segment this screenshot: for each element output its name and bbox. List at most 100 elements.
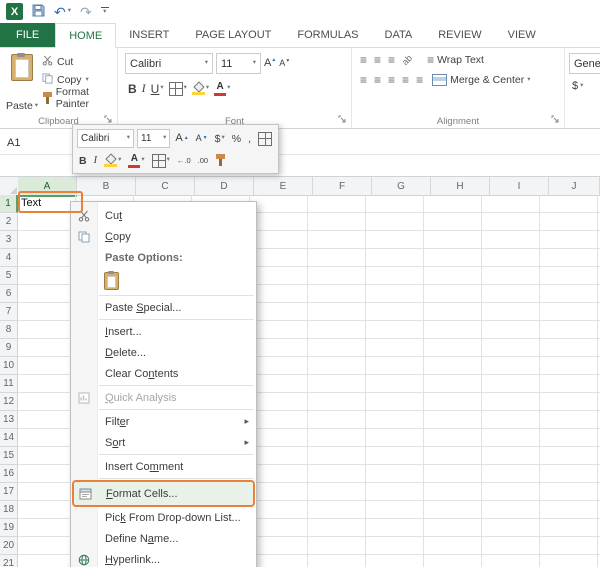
increase-indent-icon[interactable]: ≡ bbox=[416, 74, 423, 86]
mini-comma-button[interactable]: , bbox=[246, 130, 253, 147]
underline-button[interactable]: U ▾ bbox=[151, 82, 164, 96]
format-painter-button[interactable]: Format Painter bbox=[42, 86, 117, 110]
row-header-4[interactable]: 4 bbox=[0, 249, 18, 267]
fill-color-button[interactable]: ▾ bbox=[191, 82, 209, 95]
bold-button[interactable]: B bbox=[128, 82, 137, 96]
menu-item-pick-from-list[interactable]: Pick From Drop-down List... bbox=[71, 507, 256, 528]
align-bottom-icon[interactable]: ≡ bbox=[388, 54, 395, 66]
align-right-icon[interactable]: ≡ bbox=[388, 74, 395, 86]
mini-percent-button[interactable]: % bbox=[230, 130, 243, 147]
align-left-icon[interactable]: ≡ bbox=[360, 74, 367, 86]
row-header-21[interactable]: 21 bbox=[0, 555, 18, 567]
font-name-combo[interactable]: Calibri ▾ bbox=[125, 53, 213, 74]
menu-item-delete[interactable]: Delete... bbox=[71, 342, 256, 363]
row-header-6[interactable]: 6 bbox=[0, 285, 18, 303]
column-header-f[interactable]: F bbox=[313, 177, 372, 196]
cut-button[interactable]: Cut bbox=[42, 53, 117, 71]
row-header-19[interactable]: 19 bbox=[0, 519, 18, 537]
row-header-17[interactable]: 17 bbox=[0, 483, 18, 501]
menu-item-copy[interactable]: Copy bbox=[71, 226, 256, 247]
customize-qat-button[interactable]: ▾ bbox=[100, 7, 109, 16]
mini-font-color-button[interactable]: A ▾ bbox=[126, 152, 146, 169]
mini-currency-button[interactable]: $ ▾ bbox=[213, 130, 227, 147]
row-header-12[interactable]: 12 bbox=[0, 393, 18, 411]
excel-logo-icon[interactable]: X bbox=[6, 3, 23, 20]
column-header-d[interactable]: D bbox=[195, 177, 254, 196]
mini-decrease-font-button[interactable]: A ▼ bbox=[194, 130, 210, 147]
row-header-10[interactable]: 10 bbox=[0, 357, 18, 375]
font-size-combo[interactable]: 11 ▾ bbox=[216, 53, 261, 74]
menu-item-define-name[interactable]: Define Name... bbox=[71, 528, 256, 549]
mini-increase-font-button[interactable]: A ▲ bbox=[173, 130, 190, 147]
mini-italic-button[interactable]: I bbox=[92, 152, 100, 169]
tab-insert[interactable]: INSERT bbox=[116, 23, 182, 47]
name-box[interactable]: A1 ▾ bbox=[0, 132, 82, 155]
menu-item-cut[interactable]: Cut bbox=[71, 205, 256, 226]
decrease-indent-icon[interactable]: ≡ bbox=[402, 74, 409, 86]
undo-button[interactable]: ↶ ▾ bbox=[54, 5, 71, 19]
column-header-c[interactable]: C bbox=[136, 177, 195, 196]
wrap-text-button[interactable]: ≡ Wrap Text bbox=[427, 54, 484, 66]
menu-item-hyperlink[interactable]: Hyperlink... bbox=[71, 549, 256, 567]
font-dialog-launcher-icon[interactable] bbox=[338, 115, 348, 125]
row-header-18[interactable]: 18 bbox=[0, 501, 18, 519]
mini-font-name-combo[interactable]: Calibri ▾ bbox=[77, 129, 135, 148]
mini-increase-decimal-button[interactable]: ←.0 bbox=[175, 152, 193, 169]
column-header-j[interactable]: J bbox=[549, 177, 600, 196]
mini-bold-button[interactable]: B bbox=[77, 152, 89, 169]
column-header-e[interactable]: E bbox=[254, 177, 313, 196]
tab-formulas[interactable]: FORMULAS bbox=[284, 23, 371, 47]
mini-decrease-decimal-button[interactable]: .00 bbox=[196, 152, 210, 169]
dropdown-arrow-icon[interactable]: ▾ bbox=[68, 8, 71, 15]
tab-page-layout[interactable]: PAGE LAYOUT bbox=[182, 23, 284, 47]
italic-button[interactable]: I bbox=[142, 81, 146, 96]
align-center-icon[interactable]: ≡ bbox=[374, 74, 381, 86]
tab-review[interactable]: REVIEW bbox=[425, 23, 494, 47]
row-header-5[interactable]: 5 bbox=[0, 267, 18, 285]
row-header-14[interactable]: 14 bbox=[0, 429, 18, 447]
orientation-icon[interactable]: ab bbox=[400, 53, 414, 67]
mini-fill-color-button[interactable]: ▾ bbox=[102, 152, 123, 169]
menu-item-insert-comment[interactable]: Insert Comment bbox=[71, 456, 256, 477]
menu-item-format-cells[interactable]: Format Cells... bbox=[72, 480, 255, 507]
alignment-dialog-launcher-icon[interactable] bbox=[551, 115, 561, 125]
paste-button[interactable]: Paste ▾ bbox=[4, 52, 40, 114]
row-header-7[interactable]: 7 bbox=[0, 303, 18, 321]
currency-button[interactable]: $ ▾ bbox=[572, 80, 583, 92]
borders-button[interactable]: ▾ bbox=[168, 81, 187, 96]
mini-font-size-combo[interactable]: 11 ▾ bbox=[137, 129, 171, 148]
menu-item-filter[interactable]: Filter ▸ bbox=[71, 411, 256, 432]
align-middle-icon[interactable]: ≡ bbox=[374, 54, 381, 66]
row-header-15[interactable]: 15 bbox=[0, 447, 18, 465]
row-header-2[interactable]: 2 bbox=[0, 213, 18, 231]
save-icon[interactable] bbox=[32, 4, 45, 20]
column-header-i[interactable]: I bbox=[490, 177, 549, 196]
merge-center-button[interactable]: Merge & Center ▾ bbox=[432, 74, 530, 86]
row-header-9[interactable]: 9 bbox=[0, 339, 18, 357]
tab-view[interactable]: VIEW bbox=[495, 23, 549, 47]
menu-item-paste-special[interactable]: Paste Special... bbox=[71, 297, 256, 318]
redo-button[interactable]: ↷ bbox=[80, 5, 92, 19]
paste-option-button[interactable] bbox=[71, 268, 256, 294]
row-header-1[interactable]: 1 bbox=[0, 195, 18, 213]
column-header-h[interactable]: H bbox=[431, 177, 490, 196]
column-header-b[interactable]: B bbox=[77, 177, 136, 196]
row-header-11[interactable]: 11 bbox=[0, 375, 18, 393]
mini-format-painter-button[interactable] bbox=[213, 152, 228, 169]
mini-table-format-button[interactable] bbox=[256, 130, 274, 147]
number-format-combo[interactable]: Gener bbox=[569, 53, 600, 74]
row-header-20[interactable]: 20 bbox=[0, 537, 18, 555]
font-color-button[interactable]: A ▾ bbox=[214, 81, 230, 96]
align-top-icon[interactable]: ≡ bbox=[360, 54, 367, 66]
tab-file[interactable]: FILE bbox=[0, 23, 56, 47]
menu-item-clear-contents[interactable]: Clear Contents bbox=[71, 363, 256, 384]
menu-item-sort[interactable]: Sort ▸ bbox=[71, 432, 256, 453]
row-header-3[interactable]: 3 bbox=[0, 231, 18, 249]
mini-borders-button[interactable]: ▾ bbox=[150, 152, 172, 169]
tab-home[interactable]: HOME bbox=[55, 23, 117, 48]
column-header-g[interactable]: G bbox=[372, 177, 431, 196]
row-header-13[interactable]: 13 bbox=[0, 411, 18, 429]
row-header-8[interactable]: 8 bbox=[0, 321, 18, 339]
decrease-font-button[interactable]: A ▼ bbox=[279, 59, 290, 68]
select-all-corner[interactable] bbox=[0, 177, 19, 196]
